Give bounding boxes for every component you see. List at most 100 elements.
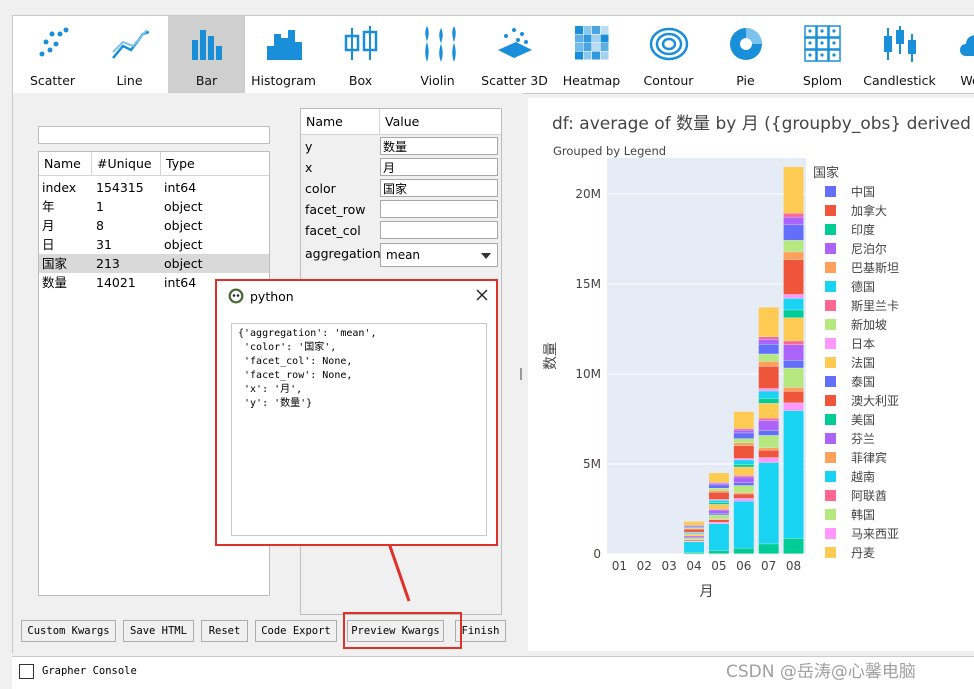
facet-row-field[interactable] (380, 200, 498, 218)
reset-button[interactable]: Reset (201, 620, 248, 642)
column-header-type[interactable]: Type (161, 152, 269, 176)
box-icon (340, 24, 382, 64)
bar-segment (784, 341, 804, 344)
legend-entry: 中国 (851, 184, 875, 199)
property-row-facet-row: facet_row (301, 199, 501, 220)
python-preview-dialog: python {'aggregation': 'mean', 'color': … (215, 279, 498, 546)
splom-icon (802, 24, 844, 64)
bar-segment (784, 310, 804, 317)
x-tick-label: 03 (662, 559, 677, 573)
column-header-name[interactable]: Name (39, 152, 92, 176)
bar-segment (784, 388, 804, 391)
legend-title: 国家 (813, 165, 839, 181)
table-row[interactable]: 国家213object (39, 254, 269, 273)
tool-histogram[interactable]: Histogram (245, 16, 322, 93)
unique-count: 213 (96, 254, 120, 273)
aggregation-select[interactable]: mean (380, 243, 498, 267)
bar-segment (709, 488, 729, 490)
table-row[interactable]: 月8object (39, 216, 269, 235)
tool-scatter[interactable]: Scatter (14, 16, 91, 93)
kwargs-code-view[interactable]: {'aggregation': 'mean', 'color': '国家', '… (231, 323, 487, 536)
legend-entry: 新加坡 (851, 317, 887, 332)
legend-swatch (825, 338, 836, 349)
bar-segment (684, 529, 704, 532)
custom-kwargs-button[interactable]: Custom Kwargs (21, 620, 116, 642)
color-field[interactable]: 国家 (380, 179, 498, 197)
column-filter-input[interactable] (38, 126, 270, 144)
dialog-title: python (250, 289, 294, 304)
tool-pie[interactable]: Pie (707, 16, 784, 93)
console-checkbox[interactable] (19, 664, 34, 679)
code-export-button[interactable]: Code Export (255, 620, 337, 642)
x-field[interactable]: 月 (380, 158, 498, 176)
tool-label: Word (928, 73, 974, 88)
bar-segment (759, 544, 779, 553)
bar-segment (684, 553, 704, 554)
bar-segment (684, 534, 704, 536)
close-icon[interactable] (476, 289, 488, 301)
bar-segment (709, 501, 729, 503)
bar-segment (784, 217, 804, 224)
property-row-facet-col: facet_col (301, 220, 501, 241)
table-row[interactable]: index154315int64 (39, 178, 269, 197)
legend-swatch (825, 300, 836, 311)
bar-segment (759, 339, 779, 344)
bar-segment (784, 345, 804, 360)
finish-button[interactable]: Finish (455, 620, 506, 642)
legend-entry: 澳大利亚 (851, 394, 899, 408)
legend-swatch (825, 262, 836, 273)
legend-entry: 德国 (851, 279, 875, 294)
bar-segment (684, 533, 704, 534)
x-tick-label: 02 (637, 559, 652, 573)
bar-segment (709, 505, 729, 509)
bar-icon (186, 24, 228, 64)
tool-word[interactable]: Word (938, 16, 974, 93)
facet-col-field[interactable] (380, 221, 498, 239)
bar-segment (684, 542, 704, 552)
bar-segment (759, 362, 779, 367)
legend-entry: 印度 (851, 222, 875, 237)
tool-box[interactable]: Box (322, 16, 399, 93)
legend-entry: 越南 (851, 469, 875, 484)
legend-swatch (825, 281, 836, 292)
bar-segment (784, 260, 804, 294)
legend-swatch (825, 395, 836, 406)
bar-segment (734, 443, 754, 445)
tool-violin[interactable]: Violin (399, 16, 476, 93)
y-field[interactable]: 数量 (380, 137, 498, 155)
bar-segment (734, 486, 754, 493)
tool-bar[interactable]: Bar (168, 16, 245, 93)
candlestick-icon (879, 24, 921, 64)
tool-contour[interactable]: Contour (630, 16, 707, 93)
column-name: 月 (42, 216, 55, 235)
property-row-x: x 月 (301, 157, 501, 178)
column-header-unique[interactable]: #Unique (92, 152, 161, 176)
bar-segment (759, 458, 779, 463)
splitter-handle[interactable] (520, 368, 522, 380)
violin-icon (417, 24, 459, 64)
tool-splom[interactable]: Splom (784, 16, 861, 93)
table-row[interactable]: 日31object (39, 235, 269, 254)
column-type: int64 (164, 273, 196, 292)
bar-segment (734, 467, 754, 475)
property-name: facet_col (305, 220, 361, 241)
property-row-color: color 国家 (301, 178, 501, 199)
tool-candlestick[interactable]: Candlestick (861, 16, 938, 93)
save-html-button[interactable]: Save HTML (123, 620, 194, 642)
tool-heatmap[interactable]: Heatmap (553, 16, 630, 93)
column-type: int64 (164, 178, 196, 197)
tool-scatter-3d[interactable]: Scatter 3D (476, 16, 553, 93)
x-tick-label: 01 (612, 559, 627, 573)
bar-segment (734, 477, 754, 482)
table-row[interactable]: 年1object (39, 197, 269, 216)
bar-segment (759, 354, 779, 361)
x-tick-label: 06 (736, 559, 751, 573)
bar-segment (759, 337, 779, 339)
tool-line[interactable]: Line (91, 16, 168, 93)
bar-segment (709, 522, 729, 523)
scatter-icon (32, 24, 74, 64)
x-tick-label: 04 (686, 559, 701, 573)
bar-segment (784, 368, 804, 387)
unique-count: 31 (96, 235, 112, 254)
column-name: 年 (42, 197, 55, 216)
